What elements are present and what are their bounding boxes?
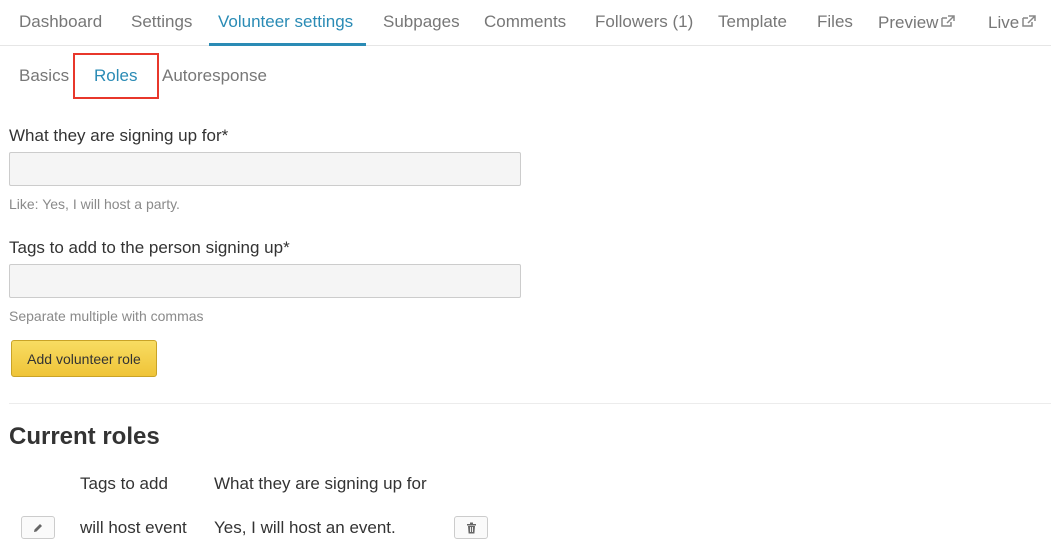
role-signing-up-for: Yes, I will host an event.	[214, 518, 396, 537]
pencil-icon	[34, 523, 42, 532]
tags-label: Tags to add to the person signing up*	[9, 238, 290, 257]
tags-input[interactable]	[9, 264, 521, 298]
divider	[9, 403, 1051, 404]
column-header-tags: Tags to add	[80, 474, 168, 493]
trash-icon	[466, 522, 476, 533]
external-link-icon	[941, 15, 956, 27]
current-roles-title: Current roles	[9, 423, 160, 450]
signing-up-label: What they are signing up for*	[9, 126, 229, 145]
tab-dashboard[interactable]: Dashboard	[19, 12, 102, 32]
tab-preview[interactable]: Preview	[878, 13, 956, 33]
tab-comments[interactable]: Comments	[484, 12, 566, 32]
subtab-basics[interactable]: Basics	[19, 66, 69, 86]
tab-live[interactable]: Live	[988, 13, 1036, 33]
tags-help: Separate multiple with commas	[9, 308, 204, 324]
edit-role-button[interactable]	[21, 516, 55, 539]
active-tab-indicator	[209, 43, 366, 46]
highlight-box	[73, 53, 159, 99]
tab-preview-label: Preview	[878, 13, 939, 32]
tab-settings[interactable]: Settings	[131, 12, 192, 32]
external-link-icon	[1022, 15, 1036, 27]
role-tags: will host event	[80, 518, 187, 537]
signing-up-input[interactable]	[9, 152, 521, 186]
tab-volunteer-settings[interactable]: Volunteer settings	[218, 12, 353, 32]
tab-live-label: Live	[988, 13, 1020, 32]
tab-subpages[interactable]: Subpages	[383, 12, 460, 32]
top-nav: Dashboard Settings Volunteer settings Su…	[0, 0, 1051, 46]
column-header-signing-up-for: What they are signing up for	[214, 474, 427, 493]
subtab-autoresponse[interactable]: Autoresponse	[162, 66, 267, 86]
tab-template[interactable]: Template	[718, 12, 787, 32]
tab-followers[interactable]: Followers (1)	[595, 12, 693, 32]
delete-role-button[interactable]	[454, 516, 488, 539]
add-volunteer-role-button[interactable]: Add volunteer role	[11, 340, 157, 377]
signing-up-help: Like: Yes, I will host a party.	[9, 196, 180, 212]
tab-files[interactable]: Files	[817, 12, 853, 32]
